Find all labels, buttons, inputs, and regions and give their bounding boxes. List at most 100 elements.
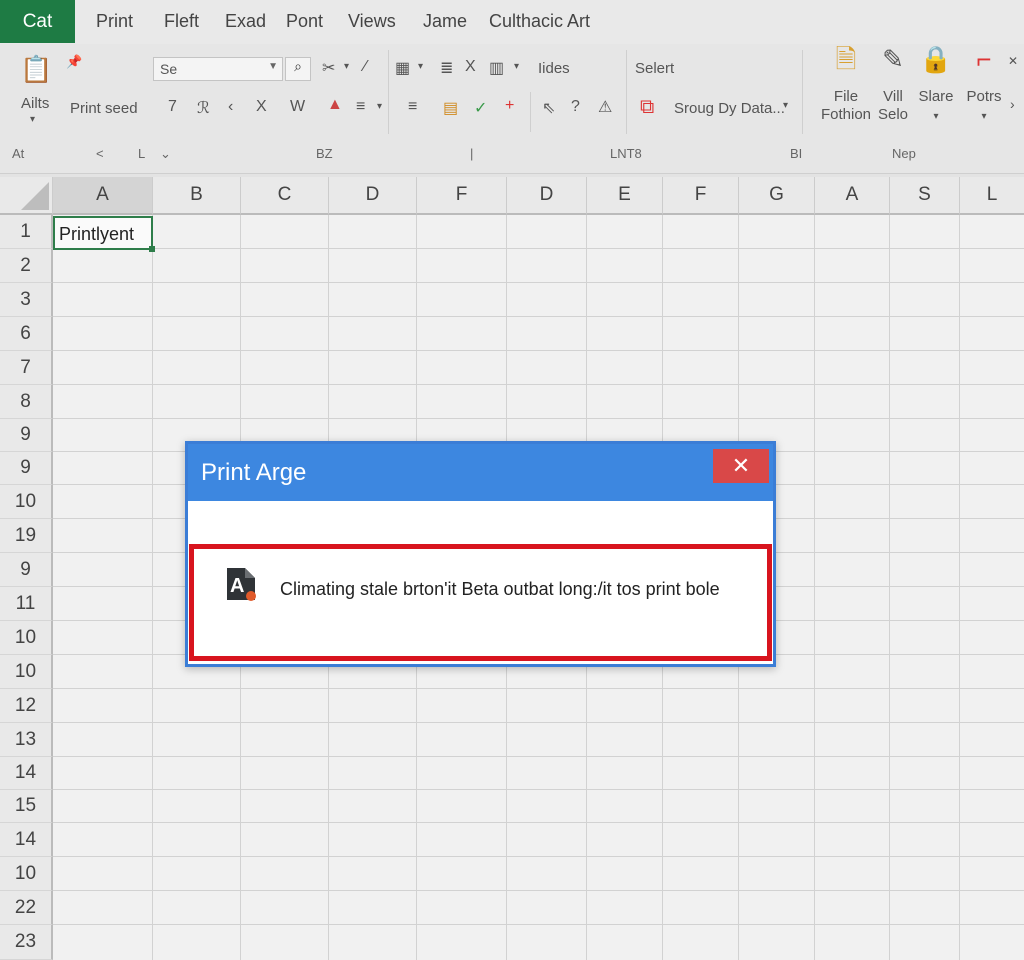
column-header-g[interactable]: G [739, 177, 815, 215]
slare-button[interactable]: 🔒 Slare ▾ [914, 44, 958, 126]
close-icon[interactable]: ✕ [1008, 54, 1018, 68]
row-header[interactable]: 8 [0, 385, 53, 419]
row-header[interactable]: 10 [0, 655, 53, 689]
print-label[interactable]: Print ѕeed [70, 100, 138, 117]
close-button[interactable]: ✕ [713, 449, 769, 483]
column-header-d[interactable]: D [329, 177, 417, 215]
list-icon[interactable]: ≣ [440, 58, 453, 78]
search-icon[interactable]: ⌕ [285, 57, 311, 81]
group-arrow-down[interactable]: ⌄ [160, 146, 171, 162]
chevron-down-icon: ▾ [933, 111, 939, 122]
group-arrow-left[interactable]: < [96, 146, 104, 161]
help-icon[interactable]: ? [571, 98, 580, 116]
font-name-input[interactable]: Se ▼ [153, 57, 283, 81]
dialog-message: Climating stale brton'it Beta outbat lon… [280, 579, 720, 599]
menu-item-jame[interactable]: Jame [423, 11, 467, 32]
font-color-icon[interactable]: ▲ [327, 96, 343, 114]
row-header[interactable]: 10 [0, 485, 53, 519]
will-button[interactable]: ✎ Vill Selo [872, 44, 914, 124]
fill-handle[interactable] [149, 246, 155, 252]
row-header[interactable]: 10 [0, 857, 53, 891]
align-icon[interactable]: ≡ [356, 98, 365, 116]
row-header[interactable]: 6 [0, 317, 53, 351]
menu-item-print[interactable]: Print [96, 11, 133, 32]
grid-icon[interactable]: ▦ [395, 58, 410, 78]
paste-dropdown-icon[interactable]: ▾ [30, 114, 35, 125]
chevron-down-icon[interactable]: ▾ [377, 101, 382, 112]
chevron-down-icon[interactable]: ▾ [418, 61, 423, 72]
column-header-f[interactable]: F [417, 177, 507, 215]
menu-item-culthacic-art[interactable]: Culthacic Art [489, 11, 590, 32]
check-icon[interactable]: ✓ [474, 98, 487, 118]
row-header[interactable]: 9 [0, 553, 53, 587]
select-all-corner[interactable] [0, 177, 53, 215]
column-header-d2[interactable]: D [507, 177, 587, 215]
row-header[interactable]: 22 [0, 891, 53, 925]
lock-icon: 🔒 [919, 44, 953, 74]
column-header-l[interactable]: L [960, 177, 1024, 215]
chevron-right-icon[interactable]: › [1010, 96, 1015, 112]
column-header-b[interactable]: B [153, 177, 241, 215]
row-header[interactable]: 15 [0, 790, 53, 823]
fill-icon[interactable]: ▤ [443, 98, 458, 118]
menu-item-fleft[interactable]: Fleft [164, 11, 199, 32]
cell-a1[interactable]: Printlyent [53, 216, 155, 252]
menu-item-pont[interactable]: Pont [286, 11, 323, 32]
app-tab[interactable]: Cat [0, 0, 75, 43]
wrap-icon[interactable]: W [290, 98, 305, 116]
row-header[interactable]: 11 [0, 587, 53, 621]
clear-icon[interactable]: X [465, 58, 476, 76]
menu-item-exad[interactable]: Exad [225, 11, 266, 32]
group-icon[interactable]: ⧉ [640, 96, 654, 119]
row-header[interactable]: 10 [0, 621, 53, 655]
sort-icon[interactable]: ⇖ [542, 98, 555, 118]
italic-icon[interactable]: 7 [168, 98, 177, 116]
row-header[interactable]: 12 [0, 689, 53, 723]
row-header[interactable]: 1 [0, 215, 53, 249]
row-header[interactable]: 23 [0, 925, 53, 960]
table-icon[interactable]: ▥ [489, 58, 504, 78]
row-header[interactable]: 14 [0, 823, 53, 857]
column-header-e[interactable]: E [587, 177, 663, 215]
menu-item-views[interactable]: Views [348, 11, 396, 32]
chevron-down-icon: ▼ [268, 61, 278, 72]
arrow-left-icon[interactable]: ‹ [228, 98, 233, 116]
app-document-icon: A [225, 566, 257, 602]
row-header[interactable]: 9 [0, 452, 53, 485]
row-header[interactable]: 7 [0, 351, 53, 385]
dialog-title-bar[interactable]: Print Arge ✕ [188, 444, 773, 501]
group-by-data-button[interactable]: Sroug Dy Data... [674, 100, 785, 117]
potrs-label: Potrs [966, 88, 1002, 105]
warning-icon[interactable]: ⚠ [598, 97, 612, 117]
paste-label[interactable]: Ailts [21, 95, 49, 112]
chevron-down-icon[interactable]: ▾ [344, 61, 349, 72]
paste-icon[interactable]: 📋 [20, 54, 52, 85]
group-arrow-l[interactable]: L [138, 146, 145, 161]
column-header-a[interactable]: A [53, 177, 153, 215]
row-header[interactable]: 3 [0, 283, 53, 317]
chevron-down-icon[interactable]: ▾ [514, 61, 519, 72]
pencil-icon: ✎ [882, 44, 904, 74]
column-header-f2[interactable]: F [663, 177, 739, 215]
row-header[interactable]: 2 [0, 249, 53, 283]
potrs-button[interactable]: ⌐ Potrs ▾ [962, 46, 1006, 126]
cut-icon[interactable]: ✂ [322, 58, 335, 78]
column-header-s[interactable]: S [890, 177, 960, 215]
select-label[interactable]: Selert [635, 60, 674, 77]
row-header[interactable]: 14 [0, 757, 53, 790]
file-button[interactable]: 🗎 File Fothion [817, 46, 875, 124]
column-header-a2[interactable]: A [815, 177, 890, 215]
plus-icon[interactable]: + [505, 97, 514, 115]
chevron-down-icon[interactable]: ▾ [783, 100, 788, 111]
row-header[interactable]: 19 [0, 519, 53, 553]
file-label: File [833, 88, 859, 105]
pin-icon[interactable]: 📌 [66, 54, 82, 70]
justify-icon[interactable]: ≡ [408, 98, 417, 116]
row-header[interactable]: 13 [0, 723, 53, 757]
row-header[interactable]: 9 [0, 419, 53, 452]
font-size-icon[interactable]: ℛ [197, 98, 210, 118]
column-header-c[interactable]: C [241, 177, 329, 215]
strikethrough-icon[interactable]: X [256, 98, 267, 116]
brush-icon[interactable]: ⁄ [364, 58, 367, 76]
hides-label[interactable]: Iides [538, 60, 570, 77]
